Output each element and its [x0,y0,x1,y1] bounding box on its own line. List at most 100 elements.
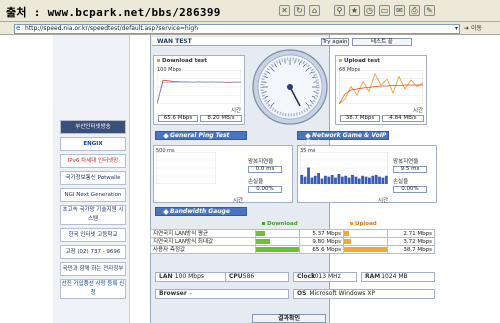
upload-chart [339,70,423,104]
result-check-button[interactable]: 결과확인 [252,314,326,323]
bandwidth-row-label: 지연국지 LAN방식 평균 [150,229,256,238]
chevron-down-icon[interactable]: ▾ [455,25,458,32]
home-icon[interactable]: ⌂ [309,5,320,16]
download-bar [255,229,300,238]
data-bar [330,174,334,184]
ie-page-icon: e [16,24,21,32]
os-info: OS Microsoft Windows XP [293,289,435,299]
try-again-button[interactable]: Try again [321,38,349,46]
section-icon [163,132,169,139]
folder-icon[interactable]: ▭ [379,5,390,16]
download-bar-fill [256,247,299,252]
upload-bar [343,229,388,238]
table-row: 지연국지 LAN방식 평균 5.37 Mbps 2.71 Mbps [150,229,435,238]
download-time-label: 시간 [231,108,242,114]
watermark-text: 출처 : www.bcpark.net/bbs/286399 [6,6,221,19]
data-bar [313,175,317,184]
sidebar-item-ipv6[interactable]: IPv6 차세대 인터넷망 [60,154,126,168]
refresh-icon[interactable]: ↻ [294,5,305,16]
sidebar-item-engix[interactable]: ENGIX [60,137,126,151]
stop-icon[interactable]: ✕ [279,5,290,16]
history-icon[interactable]: ◷ [364,5,375,16]
series-line [157,79,241,104]
ping-rtt-label: 왕복지연율 [248,159,274,165]
bandwidth-row-label: 사용자 측정값 [150,245,256,254]
upload-avg-value: 4.84 MB/s [382,115,424,122]
sidebar-item-busan[interactable]: 부산인터넷방송 [60,120,126,134]
panel-title: WAN TEST [152,37,328,46]
address-input[interactable]: http://speed.nia.or.kr/speedtest/default… [14,24,460,34]
download-value: 5.37 Mbps [299,229,344,238]
upload-value: 38.7 Mbps [387,245,435,254]
edit-icon[interactable]: ✎ [424,5,435,16]
upload-header: Upload [350,221,377,227]
data-bar [371,175,375,184]
data-bar [340,176,344,184]
cpu-info: CPU 586 [225,272,289,282]
data-bar [310,177,314,184]
voip-loss-value: 0.00% [393,186,427,193]
data-bar [300,174,304,184]
upload-time-label: 시간 [413,108,424,114]
ping-rtt-value: 0.0 ms [248,166,282,173]
data-bar [344,175,348,184]
sidebar-item-egov[interactable]: 국민과 함께 하는 전자정부 [60,262,126,276]
section-icon [305,132,311,139]
ping-loss-label: 손실율 [248,179,264,185]
data-bar [361,175,364,184]
download-avg-value: 8.20 MB/s [200,115,242,122]
download-value: 65.6 Mbps [299,245,344,254]
download-max-value: 65.6 Mbps [158,115,198,122]
data-bar [303,176,307,184]
data-bar [347,177,351,184]
data-bar [354,176,358,184]
data-bar [364,176,368,184]
data-bar [307,167,310,184]
sidebar-item-internet-school[interactable]: 한국 인터넷 고등학교 [60,228,126,242]
test-end-button[interactable]: 테스트 끝 [352,38,412,46]
upload-bar [343,237,388,246]
download-bar-fill [256,231,265,236]
sidebar-item-ngi[interactable]: NGI Next Generation [60,188,126,202]
download-bar-fill [256,239,270,244]
ping-time-label: 시간 [233,198,244,204]
speed-gauge [252,49,328,125]
ram-info: RAM 1024 MB [361,272,435,282]
data-bar [320,178,324,184]
mail-icon[interactable]: ✉ [394,5,405,16]
bandwidth-row-label: 지연국지 LAN방식 최대값 [150,237,256,246]
upload-title: Upload test [339,58,380,64]
download-chart [157,70,241,104]
data-bar [327,176,331,184]
data-bar [337,173,341,184]
download-bar [255,237,300,246]
lan-info: LAN 100 Mbps [155,272,227,282]
print-icon[interactable]: ⎙ [409,5,420,16]
data-bar [351,174,354,184]
data-bar [317,173,320,184]
go-button[interactable]: ➜ 이동 [464,24,494,34]
sidebar-item-register[interactable]: 선진 가입품선 사랑 등록 신청 [60,279,126,299]
sidebar-item-phone[interactable]: 고장 (02) 737 - 9696 [60,245,126,259]
data-bar [324,175,327,184]
data-bar [384,175,388,184]
section-icon [163,208,169,215]
data-bar [357,178,361,184]
data-bar [368,177,371,184]
series-line [157,81,241,104]
data-bar [378,176,381,184]
search-icon[interactable]: ⚲ [334,5,345,16]
table-row: 지연국지 LAN방식 최대값 9.80 Mbps 3.72 Mbps [150,237,435,246]
favorites-icon[interactable]: ★ [349,5,360,16]
bandwidth-section-bar: Bandwidth Gauge [155,207,247,216]
data-bar [334,177,337,184]
upload-bar-fill [344,247,387,252]
sidebar-item-portal[interactable]: 국가정보통신 Potwalle [60,171,126,185]
sidebar-item-tech-support[interactable]: 초고속 국가망 기술지원 시스템 [60,205,126,225]
voip-chart [300,152,388,184]
upload-bar-fill [344,231,350,236]
voip-section-bar: Network Game & VoIP Test [297,131,389,146]
table-row: 사용자 측정값 65.6 Mbps 38.7 Mbps [150,245,435,254]
ping-loss-value: 0.00% [248,186,282,193]
ping-chart [156,152,216,184]
